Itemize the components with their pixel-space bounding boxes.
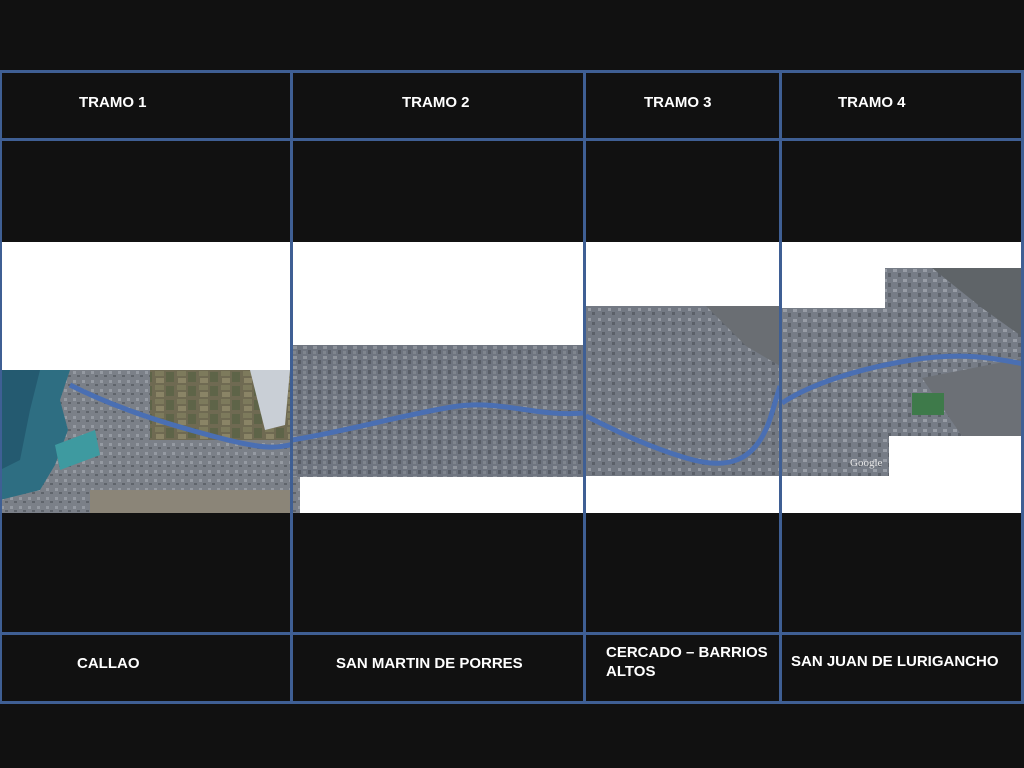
map-watermark: Google [850,457,883,469]
grid-line-top [0,70,1024,73]
district-san-martin-de-porres: SAN MARTIN DE PORRES [336,655,523,672]
grid-line-col-1 [290,70,293,704]
district-san-juan-de-lurigancho: SAN JUAN DE LURIGANCHO [791,653,999,670]
district-callao: CALLAO [77,655,140,672]
header-tramo-2: TRAMO 2 [402,94,470,111]
satellite-image-tramo-4: Google [782,268,1024,476]
grid-line-col-3 [779,70,782,704]
satellite-image-tramo-3 [586,306,780,476]
district-cercado-barrios-altos: CERCADO – BARRIOS ALTOS [606,644,768,680]
grid-line-bottom [0,701,1024,704]
satellite-image-tramo-1 [0,370,300,513]
grid-line-col-2 [583,70,586,704]
grid-line-footer-top [0,632,1024,635]
slide: Google TRAMO 1 TRAMO 2 TRAMO 3 TRAMO 4 C… [0,0,1024,768]
header-tramo-3: TRAMO 3 [644,94,712,111]
satellite-image-tramo-2 [292,345,584,477]
grid-line-header-bottom [0,138,1024,141]
grid-line-left [0,70,2,704]
header-tramo-1: TRAMO 1 [79,94,147,111]
header-tramo-4: TRAMO 4 [838,94,906,111]
